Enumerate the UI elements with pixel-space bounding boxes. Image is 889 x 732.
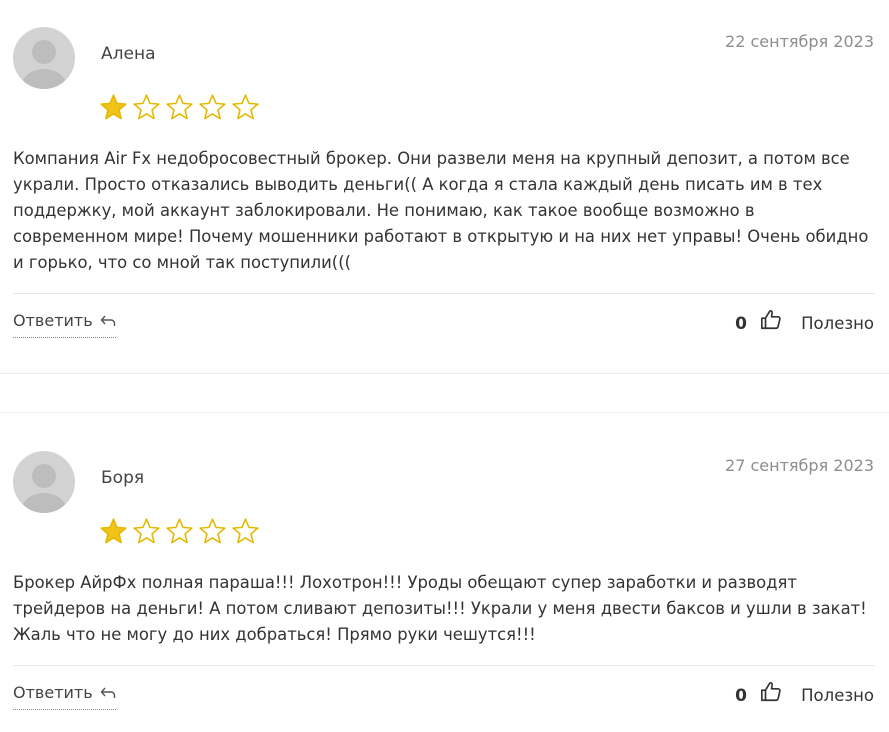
- star-empty-icon: [198, 517, 227, 546]
- user-placeholder-icon: [22, 464, 66, 513]
- section-divider: [0, 412, 889, 413]
- helpful-label[interactable]: Полезно: [801, 684, 874, 708]
- star-rating: [99, 517, 264, 547]
- helpful-label[interactable]: Полезно: [801, 312, 874, 336]
- star-empty-icon: [165, 93, 194, 122]
- star-empty-icon: [231, 93, 260, 122]
- reply-button[interactable]: Ответить: [13, 683, 116, 710]
- helpful-votes: 0 Полезно: [735, 681, 874, 708]
- reply-button[interactable]: Ответить: [13, 311, 116, 338]
- reply-arrow-icon: [100, 685, 116, 705]
- star-rating: [99, 93, 264, 123]
- divider: [13, 665, 875, 666]
- review-date: 22 сентября 2023: [725, 32, 874, 51]
- avatar: [13, 27, 75, 89]
- section-divider: [0, 373, 889, 374]
- user-placeholder-icon: [22, 40, 66, 89]
- review-author: Алена: [101, 44, 156, 64]
- avatar: [13, 451, 75, 513]
- review-text: Компания Air Fx недобросовестный брокер.…: [13, 149, 869, 272]
- review-author: Боря: [101, 468, 145, 488]
- star-empty-icon: [132, 517, 161, 546]
- reply-arrow-icon: [100, 313, 116, 333]
- star-empty-icon: [165, 517, 194, 546]
- review-date: 27 сентября 2023: [725, 456, 874, 475]
- star-empty-icon: [132, 93, 161, 122]
- helpful-count: 0: [735, 313, 747, 334]
- review-text: Брокер АйрФх полная параша!!! Лохотрон!!…: [13, 573, 867, 644]
- helpful-count: 0: [735, 685, 747, 706]
- helpful-votes: 0 Полезно: [735, 309, 874, 336]
- reply-label: Ответить: [13, 311, 93, 330]
- thumbs-up-icon[interactable]: [760, 309, 782, 338]
- reply-label: Ответить: [13, 683, 93, 702]
- divider: [13, 293, 875, 294]
- star-empty-icon: [198, 93, 227, 122]
- star-filled-icon: [99, 517, 128, 546]
- thumbs-up-icon[interactable]: [760, 681, 782, 710]
- star-filled-icon: [99, 93, 128, 122]
- star-empty-icon: [231, 517, 260, 546]
